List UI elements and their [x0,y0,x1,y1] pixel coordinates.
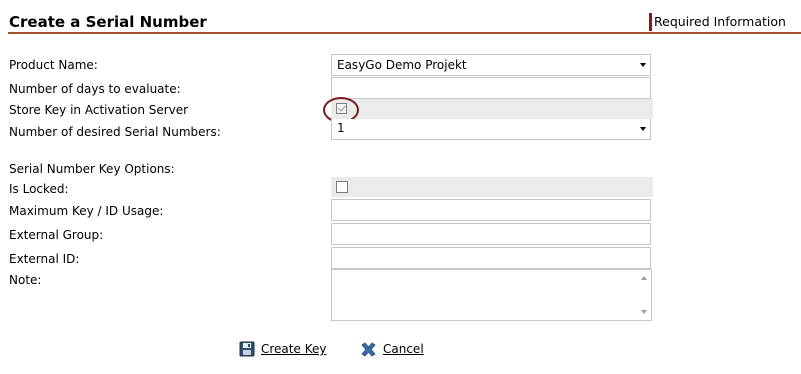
note-scrollbar[interactable] [637,270,651,320]
cancel-button[interactable] [360,341,378,359]
title-divider [8,32,801,34]
days-to-evaluate-input[interactable] [331,77,651,99]
scroll-down-icon[interactable] [641,310,647,314]
store-key-row [331,99,653,119]
external-group-label: External Group: [9,228,104,242]
product-name-select[interactable]: EasyGo Demo Projekt [331,54,651,76]
max-usage-input[interactable] [331,199,651,221]
create-key-button[interactable] [239,341,257,359]
product-name-value: EasyGo Demo Projekt [337,58,467,72]
page-title: Create a Serial Number [9,13,207,31]
external-id-input[interactable] [331,247,651,269]
external-group-input[interactable] [331,223,651,245]
is-locked-label: Is Locked: [9,182,69,196]
num-serials-label: Number of desired Serial Numbers: [9,125,221,139]
cancel-link[interactable]: Cancel [383,342,424,356]
max-usage-label: Maximum Key / ID Usage: [9,204,164,218]
create-key-link[interactable]: Create Key [261,342,326,356]
store-key-label: Store Key in Activation Server [9,103,189,117]
key-options-heading: Serial Number Key Options: [9,162,175,176]
is-locked-checkbox[interactable] [336,181,348,193]
external-id-label: External ID: [9,252,80,266]
save-icon [239,341,255,357]
chevron-down-icon [640,127,646,131]
note-textarea[interactable] [331,269,652,321]
days-to-evaluate-label: Number of days to evaluate: [9,82,181,96]
chevron-down-icon [640,63,646,67]
required-information-note: Required Information [649,13,786,31]
num-serials-select[interactable]: 1 [331,119,651,140]
num-serials-value: 1 [337,121,345,135]
scroll-up-icon[interactable] [641,276,647,280]
is-locked-row [331,177,653,197]
note-label: Note: [9,273,42,287]
product-name-label: Product Name: [9,58,98,72]
close-icon [361,342,376,357]
